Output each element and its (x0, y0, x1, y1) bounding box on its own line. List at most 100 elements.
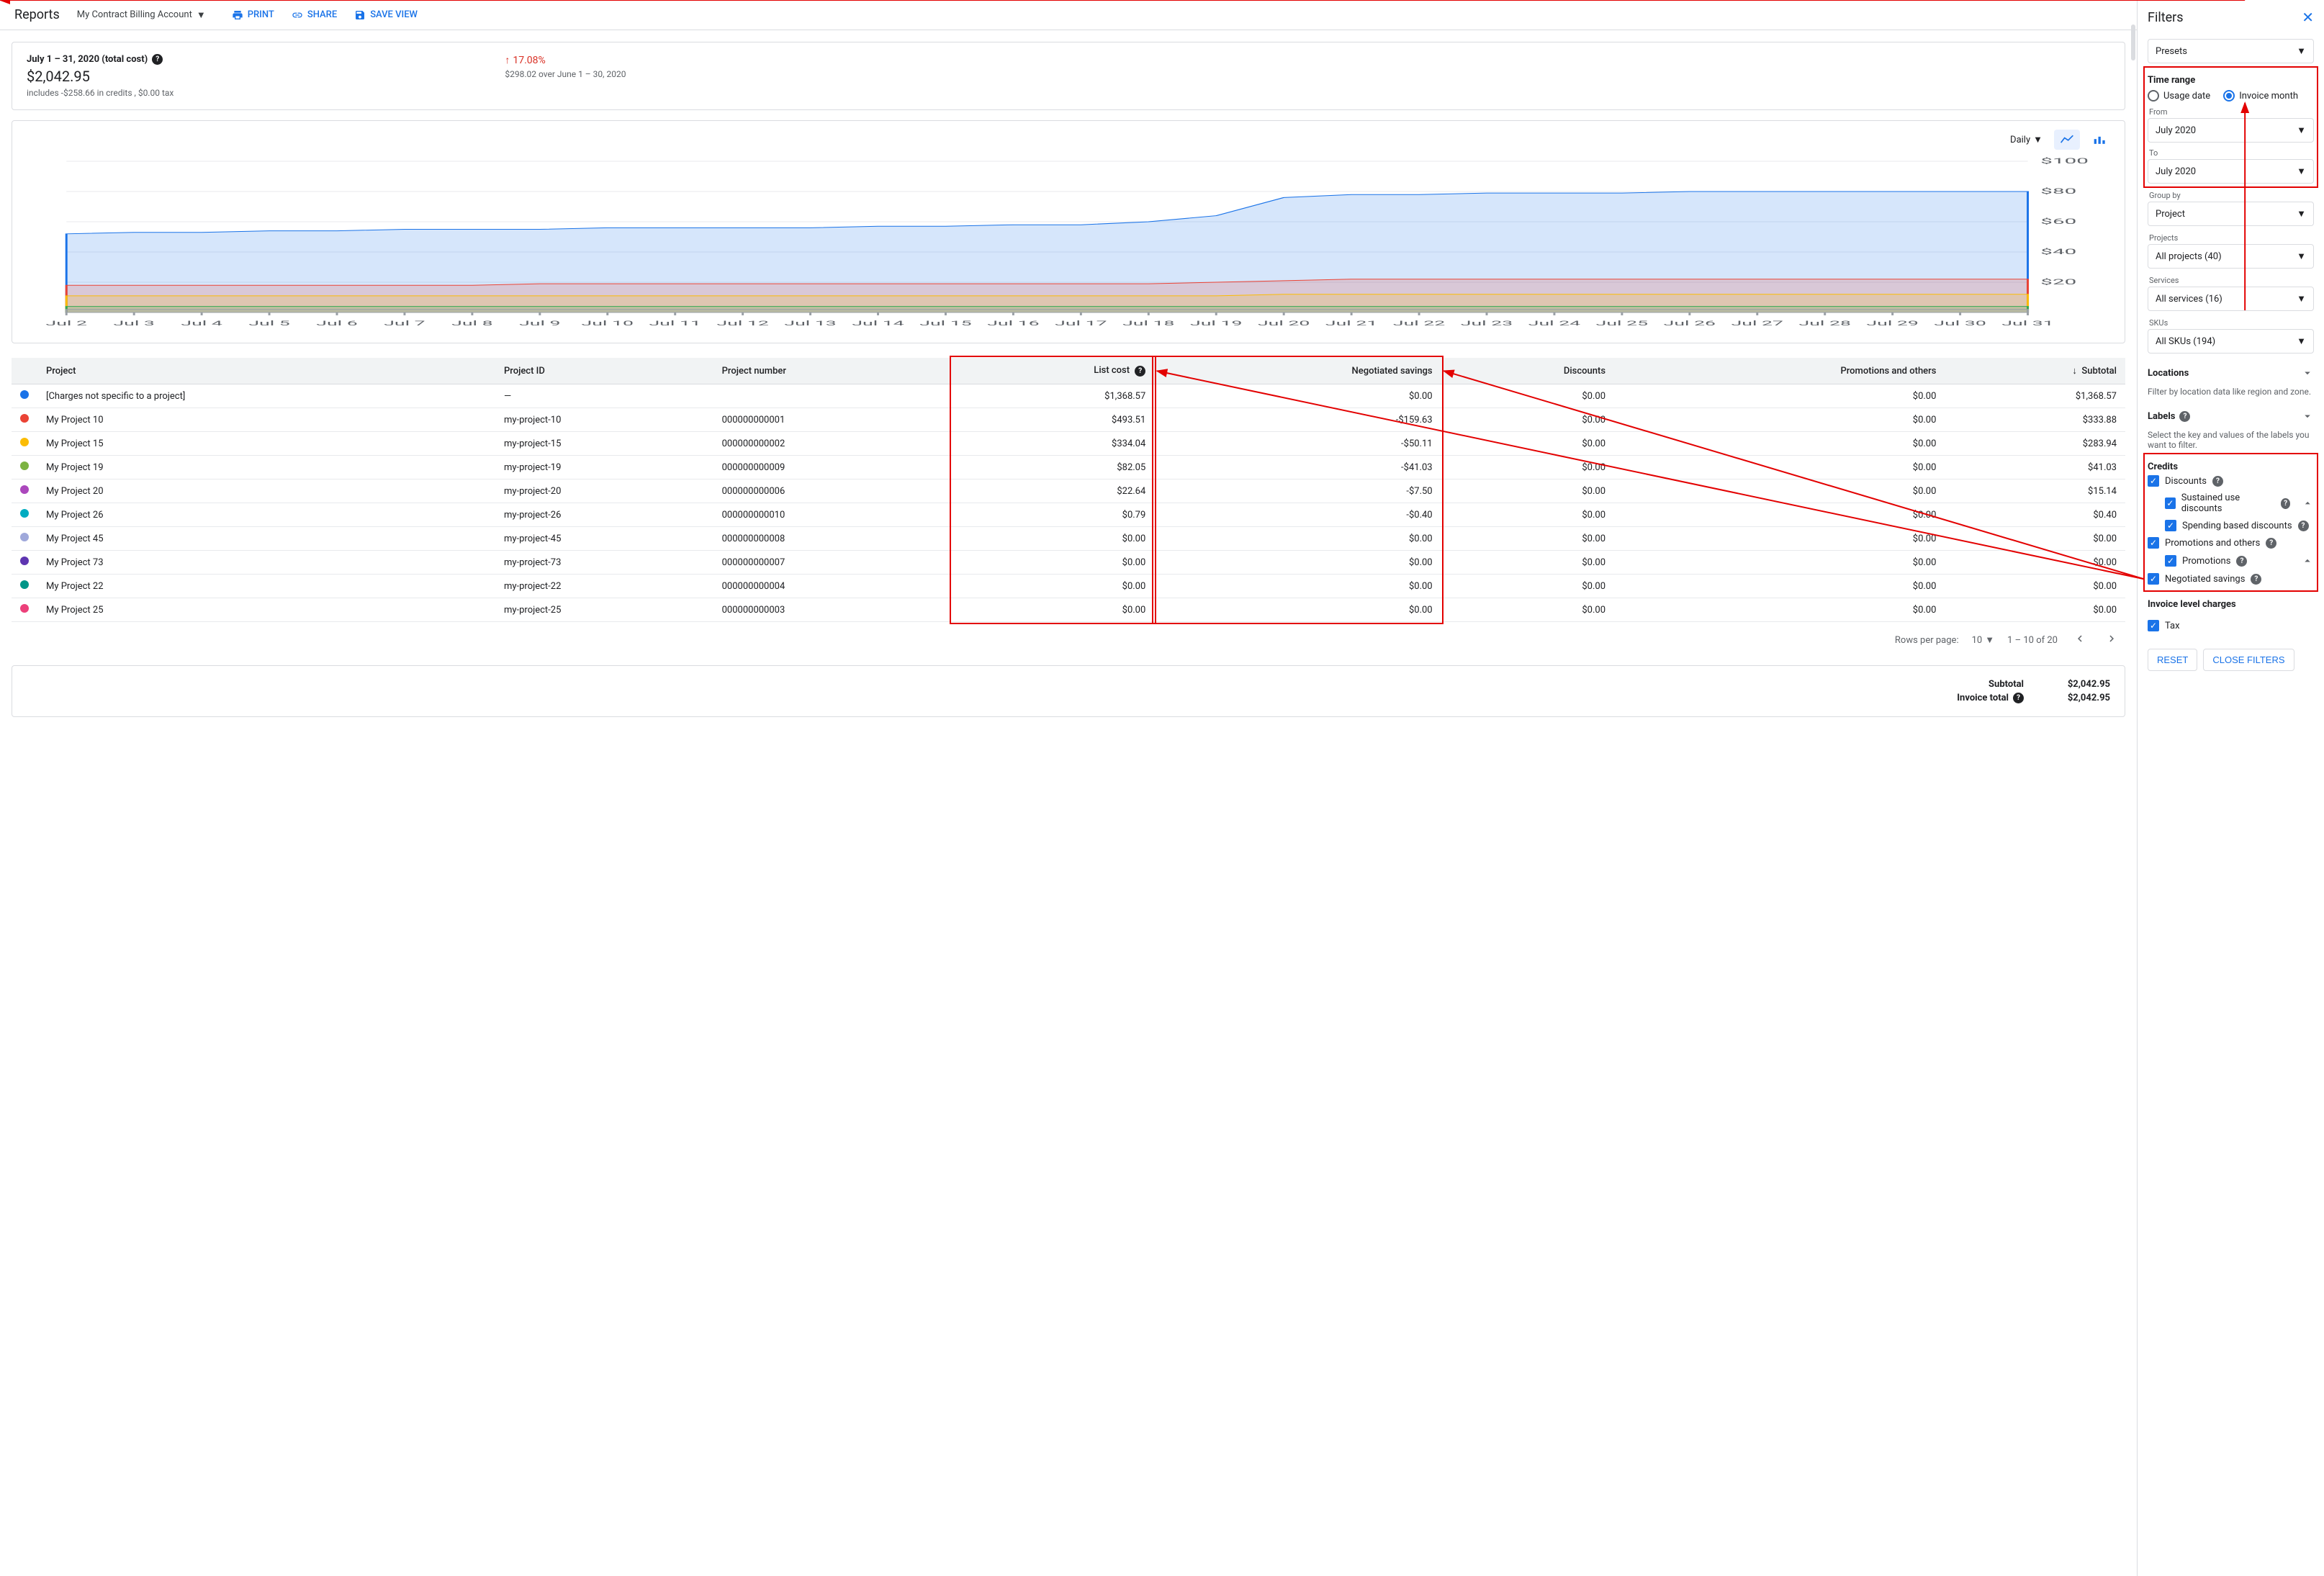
table-row[interactable]: My Project 19my-project-19000000000009$8… (12, 456, 2125, 479)
line-chart-button[interactable] (2054, 130, 2080, 150)
cell-project: My Project 10 (37, 408, 495, 432)
services-select[interactable]: All services (16) ▼ (2148, 287, 2314, 311)
pager: Rows per page: 10 ▼ 1 – 10 of 20 (12, 622, 2125, 658)
locations-expand[interactable]: Locations (2148, 366, 2314, 379)
chevron-up-icon[interactable] (2301, 554, 2314, 567)
summary-period: July 1 – 31, 2020 (total cost) ? (27, 54, 174, 65)
from-select[interactable]: July 2020 ▼ (2148, 118, 2314, 143)
help-icon[interactable]: ? (2281, 498, 2291, 509)
presets-select[interactable]: Presets ▼ (2148, 39, 2314, 63)
table-row[interactable]: My Project 15my-project-15000000000002$3… (12, 432, 2125, 456)
cell-project: My Project 19 (37, 456, 495, 479)
caret-down-icon: ▼ (1985, 634, 1994, 646)
discounts-checkbox[interactable]: ✓ Discounts ? (2148, 472, 2314, 490)
col-negotiated-savings[interactable]: Negotiated savings (1154, 358, 1441, 384)
help-icon[interactable]: ? (1135, 366, 1145, 377)
labels-expand[interactable]: Labels ? (2148, 410, 2314, 423)
svg-text:Jul 17: Jul 17 (1055, 320, 1107, 327)
caret-down-icon: ▼ (2033, 134, 2042, 145)
table-row[interactable]: My Project 20my-project-20000000000006$2… (12, 479, 2125, 503)
table-row[interactable]: My Project 73my-project-73000000000007$0… (12, 551, 2125, 575)
table-row[interactable]: My Project 45my-project-45000000000008$0… (12, 527, 2125, 551)
caret-down-icon: ▼ (2297, 125, 2306, 136)
share-button[interactable]: SHARE (292, 9, 337, 21)
cell-negotiated-savings: $0.00 (1154, 575, 1441, 598)
table-row[interactable]: [Charges not specific to a project]—$1,3… (12, 384, 2125, 408)
pager-range: 1 – 10 of 20 (2007, 635, 2058, 646)
bar-chart-button[interactable] (2087, 130, 2113, 150)
help-icon[interactable]: ? (2298, 521, 2309, 531)
projects-select[interactable]: All projects (40) ▼ (2148, 244, 2314, 269)
svg-text:Jul 18: Jul 18 (1122, 320, 1174, 327)
cell-project: [Charges not specific to a project] (37, 384, 495, 408)
reset-button[interactable]: RESET (2148, 649, 2197, 671)
invoice-total-label: Invoice total ? (1937, 693, 2024, 703)
usage-date-radio[interactable]: Usage date (2148, 90, 2210, 102)
table-row[interactable]: My Project 22my-project-22000000000004$0… (12, 575, 2125, 598)
spending-based-checkbox[interactable]: ✓ Spending based discounts ? (2148, 517, 2314, 534)
cell-promotions: $0.00 (1614, 503, 1945, 527)
promotions-checkbox[interactable]: ✓ Promotions ? (2148, 551, 2314, 570)
checkbox-checked-icon: ✓ (2165, 555, 2176, 567)
series-color-dot (20, 580, 29, 589)
tax-checkbox[interactable]: ✓ Tax (2148, 617, 2314, 634)
scrollbar[interactable] (2131, 24, 2135, 60)
help-icon[interactable]: ? (2251, 574, 2261, 585)
granularity-selector[interactable]: Daily ▼ (2010, 134, 2042, 145)
help-icon[interactable]: ? (2212, 476, 2223, 487)
help-icon[interactable]: ? (152, 54, 163, 65)
cell-project: My Project 15 (37, 432, 495, 456)
pager-prev-button[interactable] (2071, 629, 2089, 651)
table-row[interactable]: My Project 25my-project-25000000000003$0… (12, 598, 2125, 622)
col-project-id[interactable]: Project ID (495, 358, 713, 384)
close-filters-button[interactable]: CLOSE FILTERS (2203, 649, 2294, 671)
chevron-up-icon[interactable] (2302, 497, 2314, 510)
cell-list-cost: $0.00 (952, 575, 1154, 598)
print-button[interactable]: PRINT (232, 9, 274, 21)
help-icon[interactable]: ? (2266, 538, 2276, 549)
cell-negotiated-savings: $0.00 (1154, 384, 1441, 408)
col-discounts[interactable]: Discounts (1441, 358, 1614, 384)
invoice-month-radio[interactable]: Invoice month (2223, 90, 2298, 102)
help-icon[interactable]: ? (2236, 556, 2247, 567)
svg-text:Jul 20: Jul 20 (1258, 320, 1310, 327)
cell-subtotal: $333.88 (1945, 408, 2125, 432)
cell-list-cost: $0.00 (952, 551, 1154, 575)
col-list-cost[interactable]: List cost ? (952, 358, 1154, 384)
sustained-use-checkbox[interactable]: ✓ Sustained use discounts ? (2148, 490, 2314, 517)
svg-text:Jul 19: Jul 19 (1190, 320, 1242, 327)
col-project[interactable]: Project (37, 358, 495, 384)
col-project-number[interactable]: Project number (713, 358, 952, 384)
caret-down-icon: ▼ (2297, 336, 2306, 347)
skus-select[interactable]: All SKUs (194) ▼ (2148, 329, 2314, 354)
link-icon (292, 9, 303, 21)
cell-project-number: 000000000006 (713, 479, 952, 503)
svg-text:Jul 24: Jul 24 (1528, 320, 1580, 327)
help-icon[interactable]: ? (2179, 411, 2190, 422)
promotions-others-checkbox[interactable]: ✓ Promotions and others ? (2148, 534, 2314, 551)
rows-per-page-select[interactable]: 10 ▼ (1972, 634, 1995, 646)
to-select[interactable]: July 2020 ▼ (2148, 159, 2314, 184)
negotiated-savings-checkbox[interactable]: ✓ Negotiated savings ? (2148, 570, 2314, 587)
caret-down-icon: ▼ (2297, 45, 2306, 57)
labels-hint: Select the key and values of the labels … (2148, 430, 2314, 450)
cell-list-cost: $22.64 (952, 479, 1154, 503)
cell-list-cost: $0.00 (952, 527, 1154, 551)
col-promotions[interactable]: Promotions and others (1614, 358, 1945, 384)
help-icon[interactable]: ? (2013, 693, 2024, 703)
svg-text:Jul 13: Jul 13 (784, 320, 836, 327)
chevron-down-icon (2301, 366, 2314, 379)
close-filters-icon[interactable]: ✕ (2302, 9, 2314, 26)
group-by-select[interactable]: Project ▼ (2148, 202, 2314, 226)
account-selector[interactable]: My Contract Billing Account ▼ (77, 9, 206, 21)
table-row[interactable]: My Project 10my-project-10000000000001$4… (12, 408, 2125, 432)
cell-project-number: 000000000001 (713, 408, 952, 432)
pager-next-button[interactable] (2102, 629, 2121, 651)
cell-subtotal: $0.00 (1945, 551, 2125, 575)
summary-amount: $2,042.95 (27, 68, 174, 85)
col-subtotal[interactable]: ↓ Subtotal (1945, 358, 2125, 384)
save-view-button[interactable]: SAVE VIEW (354, 9, 418, 21)
table-row[interactable]: My Project 26my-project-26000000000010$0… (12, 503, 2125, 527)
caret-down-icon: ▼ (2297, 208, 2306, 220)
services-label: Services (2148, 276, 2314, 285)
